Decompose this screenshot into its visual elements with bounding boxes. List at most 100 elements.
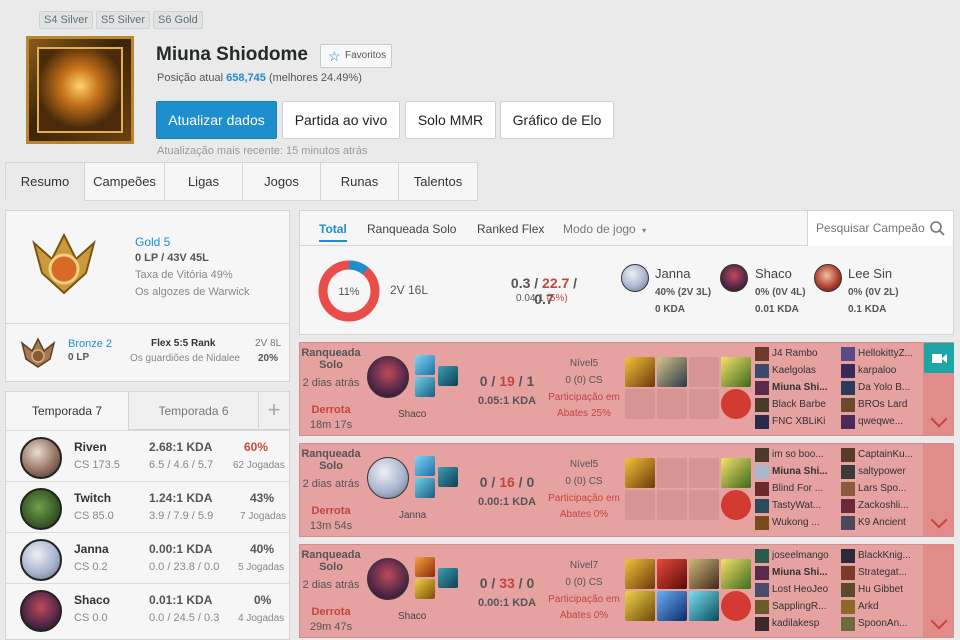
- player-name[interactable]: saltypower: [858, 466, 918, 477]
- player-name[interactable]: FNC XBLiKi: [772, 416, 832, 427]
- tab-masteries[interactable]: Talentos: [399, 162, 478, 201]
- player-name[interactable]: Wukong ...: [772, 517, 832, 528]
- tab-games[interactable]: Jogos: [243, 162, 321, 201]
- top-champ-name[interactable]: Janna: [655, 266, 690, 281]
- top-champ-shaco-icon: [720, 264, 748, 292]
- riven-avatar: [20, 437, 62, 479]
- build-icon[interactable]: [721, 591, 751, 621]
- champion-row[interactable]: Riven CS 173.5 2.68:1 KDA 6.5 / 4.6 / 5.…: [6, 430, 289, 481]
- player-name[interactable]: J4 Rambo: [772, 348, 832, 359]
- player-champ-icon: [841, 566, 855, 580]
- tab-summary[interactable]: Resumo: [5, 162, 85, 201]
- player-name[interactable]: Miuna Shi...: [772, 466, 832, 477]
- match-kp: Abates 25%: [557, 408, 611, 419]
- player-name[interactable]: Zackoshli...: [858, 500, 918, 511]
- match-summary-panel: Total Ranqueada Solo Ranked Flex Modo de…: [299, 210, 954, 335]
- tab-season-7[interactable]: Temporada 7: [6, 392, 128, 430]
- expand-match-button[interactable]: [923, 545, 953, 637]
- player-name[interactable]: kadilakesp: [772, 618, 832, 629]
- player-champ-icon: [755, 583, 769, 597]
- player-name[interactable]: Blind For ...: [772, 483, 832, 494]
- match-ago: 2 dias atrás: [302, 579, 360, 591]
- tab-champions[interactable]: Campeões: [85, 162, 165, 201]
- player-name[interactable]: SpoonAn...: [858, 618, 918, 629]
- top-champ-line: 40% (2V 3L): [655, 287, 712, 298]
- player-champ-icon: [841, 549, 855, 563]
- player-name[interactable]: BlackKnig...: [858, 550, 918, 561]
- player-name[interactable]: Miuna Shi...: [772, 382, 832, 393]
- player-name[interactable]: CaptainKu...: [858, 449, 918, 460]
- elo-chart-button[interactable]: Gráfico de Elo: [500, 101, 614, 139]
- tab-season-6[interactable]: Temporada 6: [128, 392, 258, 430]
- match-kda-ratio-text: 0.00:1 KDA: [477, 496, 537, 508]
- player-name[interactable]: karpaloo: [858, 365, 918, 376]
- match-kills: 0: [479, 575, 488, 591]
- player-name[interactable]: HellokittyZ...: [858, 348, 918, 359]
- player-name[interactable]: BROs Lard: [858, 399, 918, 410]
- player-name[interactable]: Miuna Shi...: [772, 567, 832, 578]
- champion-search-input[interactable]: [816, 220, 928, 236]
- summary-ratio: 0.04:1 (5%): [516, 293, 568, 304]
- ward-trinket-icon: [721, 559, 751, 589]
- top-champ-line: 0% (0V 4L): [755, 287, 806, 298]
- match-card[interactable]: Ranqueada Solo 2 dias atrás Derrota 13m …: [299, 443, 954, 537]
- match-champion-icon: [367, 457, 409, 499]
- flash-spell-icon: [415, 456, 435, 476]
- filter-tab-flex[interactable]: Ranked Flex: [477, 222, 544, 236]
- refresh-button[interactable]: Atualizar dados: [156, 101, 277, 139]
- filter-tab-total[interactable]: Total: [319, 222, 347, 242]
- expand-match-button[interactable]: [923, 444, 953, 536]
- player-name[interactable]: Lars Spo...: [858, 483, 918, 494]
- match-kp-label: Participação em: [548, 594, 620, 605]
- expand-match-button[interactable]: [923, 343, 954, 435]
- exhaust-spell-icon: [415, 478, 435, 498]
- summary-ratio-value: 0.04:1: [516, 293, 544, 304]
- player-name[interactable]: qweqwe...: [858, 416, 918, 427]
- match-card[interactable]: Ranqueada Solo 2 dias atrás Derrota 18m …: [299, 342, 954, 436]
- tab-runes[interactable]: Runas: [321, 162, 399, 201]
- champion-name: Janna: [74, 542, 109, 556]
- player-name[interactable]: Hu Gibbet: [858, 584, 918, 595]
- player-name[interactable]: TastyWat...: [772, 500, 832, 511]
- player-name[interactable]: SapplingR...: [772, 601, 832, 612]
- match-ago: 2 dias atrás: [302, 377, 360, 389]
- ladder-rank-value[interactable]: 658,745: [226, 72, 266, 84]
- player-champ-icon: [841, 600, 855, 614]
- player-name[interactable]: Arkd: [858, 601, 918, 612]
- live-game-button[interactable]: Partida ao vivo: [282, 101, 400, 139]
- solo-tier[interactable]: Gold 5: [135, 235, 170, 249]
- player-name[interactable]: im so boo...: [772, 449, 832, 460]
- player-name[interactable]: Strategat...: [858, 567, 918, 578]
- player-name[interactable]: K9 Ancient: [858, 517, 918, 528]
- champion-row[interactable]: Shaco CS 0.0 0.01:1 KDA 0.0 / 24.5 / 0.3…: [6, 583, 289, 634]
- match-result: Derrota: [311, 404, 351, 416]
- player-champ-icon: [841, 482, 855, 496]
- top-champ-name[interactable]: Lee Sin: [848, 266, 892, 281]
- champion-row[interactable]: Janna CS 0.2 0.00:1 KDA 0.0 / 23.8 / 0.0…: [6, 532, 289, 583]
- champion-row[interactable]: Twitch CS 85.0 1.24:1 KDA 3.9 / 7.9 / 5.…: [6, 481, 289, 532]
- game-mode-dropdown[interactable]: Modo de jogo ▾: [563, 222, 646, 236]
- favorite-button[interactable]: ☆ Favoritos: [320, 44, 392, 68]
- flex-tier[interactable]: Bronze 2: [68, 338, 112, 350]
- keystone-icon: [438, 568, 458, 588]
- filter-tab-solo[interactable]: Ranqueada Solo: [367, 222, 456, 236]
- player-name[interactable]: Lost HeoJeo: [772, 584, 832, 595]
- search-icon[interactable]: [930, 221, 945, 236]
- top-champ-name[interactable]: Shaco: [755, 266, 792, 281]
- solo-mmr-button[interactable]: Solo MMR: [405, 101, 496, 139]
- player-name[interactable]: Kaelgolas: [772, 365, 832, 376]
- add-season-icon[interactable]: +: [258, 392, 289, 430]
- player-name[interactable]: Da Yolo B...: [858, 382, 918, 393]
- replay-video-icon[interactable]: [924, 343, 954, 373]
- match-kda-ratio: 0.00:1 KDA: [472, 597, 542, 609]
- match-card[interactable]: Ranqueada Solo 2 dias atrás Derrota 29m …: [299, 544, 954, 638]
- tab-leagues[interactable]: Ligas: [165, 162, 243, 201]
- flash-spell-icon: [415, 355, 435, 375]
- build-icon[interactable]: [721, 389, 751, 419]
- player-name[interactable]: Black Barbe: [772, 399, 832, 410]
- build-icon[interactable]: [721, 490, 751, 520]
- match-champion-name: Janna: [399, 510, 427, 521]
- item-icon: [689, 591, 719, 621]
- player-name[interactable]: joseelmango: [772, 550, 832, 561]
- champion-search[interactable]: [807, 211, 953, 246]
